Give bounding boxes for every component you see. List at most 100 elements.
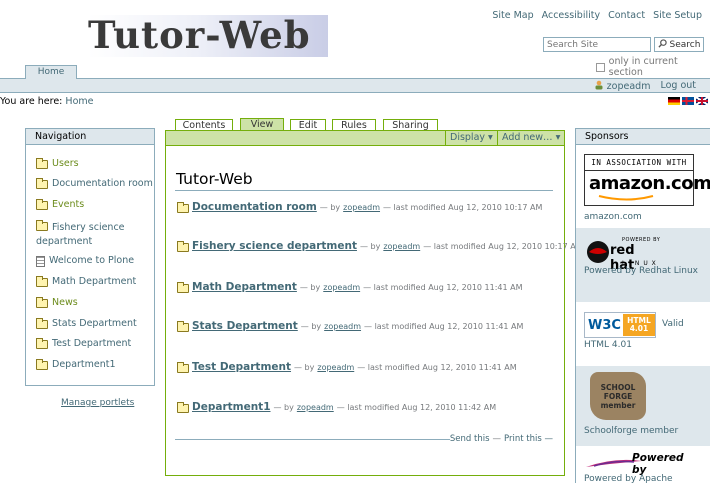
content-area <box>165 146 565 476</box>
display-menu[interactable]: Display ▾ <box>445 131 497 145</box>
amazon-label: amazon.com <box>584 212 642 222</box>
nav-item-department1[interactable]: Department1 <box>36 358 116 372</box>
schoolforge-sponsor[interactable]: SCHOOL FORGE member Schoolforge member <box>576 366 710 446</box>
list-item: Stats Department — by zopeadm — last mod… <box>177 320 523 332</box>
sponsors-portlet: Sponsors IN ASSOCIATION WITH amazon.com.… <box>575 128 710 484</box>
nav-item-news[interactable]: News <box>36 296 78 310</box>
breadcrumb-home[interactable]: Home <box>65 96 93 107</box>
search-button[interactable]: Search <box>654 37 704 52</box>
folder-icon <box>36 359 48 370</box>
document-actions: Send this — Print this — <box>175 434 553 444</box>
nav-item-test-department[interactable]: Test Department <box>36 337 131 351</box>
item-title-link[interactable]: Math Department <box>192 281 297 293</box>
breadcrumb-prefix: You are here: <box>0 96 63 107</box>
item-creator-link[interactable]: zopeadm <box>343 203 380 212</box>
item-creator-link[interactable]: zopeadm <box>323 283 360 292</box>
item-by: — by <box>300 321 322 331</box>
apache-label: Powered by Apache <box>584 474 673 484</box>
redhat-label: Powered by Redhat Linux <box>584 266 698 276</box>
item-by: — by <box>299 282 321 292</box>
nav-item-users[interactable]: Users <box>36 157 79 171</box>
folder-icon <box>36 276 48 287</box>
nav-item-label: Stats Department <box>52 318 137 329</box>
item-title-link[interactable]: Department1 <box>192 401 271 413</box>
schoolforge-logo: SCHOOL FORGE member <box>590 372 646 420</box>
folder-icon <box>177 362 189 373</box>
user-link[interactable]: zopeadm <box>594 80 650 93</box>
nav-item-label: Math Department <box>52 276 137 287</box>
amazon-assoc-text: IN ASSOCIATION WITH <box>591 158 687 167</box>
site-logo[interactable]: Tutor-Web <box>88 13 328 57</box>
list-item: Math Department — by zopeadm — last modi… <box>177 281 523 293</box>
contact-link[interactable]: Contact <box>608 10 645 21</box>
language-flags <box>668 97 708 105</box>
item-modified: — last modified Aug 12, 2010 11:41 AM <box>357 362 517 372</box>
folder-icon <box>36 220 48 231</box>
nav-item-label: Test Department <box>52 338 132 349</box>
site-map-link[interactable]: Site Map <box>492 10 533 21</box>
search-icon <box>657 38 667 51</box>
nav-item-welcome-to-plone[interactable]: Welcome to Plone <box>36 254 134 268</box>
print-this-link[interactable]: Print this — <box>504 434 553 444</box>
list-item: Test Department — by zopeadm — last modi… <box>177 361 517 373</box>
page-title: Tutor-Web <box>176 170 253 188</box>
item-modified: — last modified Aug 12, 2010 10:17 AM <box>383 202 543 212</box>
search-input[interactable] <box>543 37 651 52</box>
nav-item-documentation-room[interactable]: Documentation room <box>36 177 153 191</box>
manage-portlets-link[interactable]: Manage portlets <box>61 398 134 408</box>
folder-icon <box>36 297 48 308</box>
flag-en-icon[interactable] <box>696 97 708 105</box>
navigation-title: Navigation <box>26 129 154 145</box>
nav-item-stats-department[interactable]: Stats Department <box>36 317 137 331</box>
item-by: — by <box>359 241 381 251</box>
nav-item-label: Fishery science department <box>36 222 125 247</box>
w3c-sponsor[interactable]: W3C HTML 4.01 Valid HTML 4.01 <box>576 302 710 366</box>
item-modified: — last modified Aug 12, 2010 11:41 AM <box>363 282 523 292</box>
flag-is-icon[interactable] <box>682 97 694 105</box>
doc-actions-separator: — <box>492 434 502 444</box>
amazon-logo: IN ASSOCIATION WITH amazon.com. <box>584 154 710 206</box>
user-icon <box>594 80 604 93</box>
schoolforge-label: Schoolforge member <box>584 426 679 436</box>
flag-de-icon[interactable] <box>668 97 680 105</box>
nav-item-math-department[interactable]: Math Department <box>36 275 136 289</box>
w3c-logo: W3C HTML 4.01 <box>584 312 656 338</box>
item-modified: — last modified Aug 12, 2010 11:42 AM <box>336 402 497 412</box>
accessibility-link[interactable]: Accessibility <box>542 10 600 21</box>
title-divider <box>175 190 553 191</box>
item-modified: — last modified Aug 12, 2010 10:17 AM <box>423 241 583 251</box>
item-by: — by <box>273 402 294 412</box>
folder-icon <box>36 318 48 329</box>
item-creator-link[interactable]: zopeadm <box>324 322 361 331</box>
item-title-link[interactable]: Stats Department <box>192 320 298 332</box>
nav-item-label: Users <box>52 158 79 169</box>
site-actions: Site Map Accessibility Contact Site Setu… <box>492 10 702 21</box>
document-icon <box>36 256 45 267</box>
site-setup-link[interactable]: Site Setup <box>653 10 702 21</box>
apache-sponsor[interactable]: Powered by Powered by Apache <box>576 446 710 484</box>
list-item: Fishery science department — by zopeadm … <box>177 240 583 252</box>
logo-text: Tutor-Web <box>88 13 311 57</box>
user-area: zopeadm Log out <box>594 80 696 93</box>
list-item: Documentation room — by zopeadm — last m… <box>177 201 542 213</box>
amazon-sponsor[interactable]: IN ASSOCIATION WITH amazon.com. amazon.c… <box>576 146 710 228</box>
add-new-menu[interactable]: Add new… ▾ <box>497 131 564 145</box>
item-title-link[interactable]: Test Department <box>192 361 291 373</box>
folder-icon <box>177 402 189 413</box>
nav-item-label: Documentation room <box>52 178 153 189</box>
redhat-sponsor[interactable]: POWERED BY red hat L I N U X Powered by … <box>576 228 710 302</box>
folder-icon <box>177 241 189 252</box>
logout-link[interactable]: Log out <box>660 80 696 93</box>
global-nav-bar <box>0 67 710 79</box>
tab-home[interactable]: Home <box>25 65 77 79</box>
nav-item-events[interactable]: Events <box>36 198 84 212</box>
nav-item-fishery-science[interactable]: Fishery science department <box>36 219 154 249</box>
apache-logo: Powered by <box>584 452 684 476</box>
item-creator-link[interactable]: zopeadm <box>383 242 420 251</box>
send-this-link[interactable]: Send this <box>450 434 490 444</box>
item-creator-link[interactable]: zopeadm <box>317 363 354 372</box>
item-title-link[interactable]: Fishery science department <box>192 240 357 252</box>
item-creator-link[interactable]: zopeadm <box>297 403 334 412</box>
item-title-link[interactable]: Documentation room <box>192 201 317 213</box>
breadcrumb: You are here: Home <box>0 96 93 107</box>
